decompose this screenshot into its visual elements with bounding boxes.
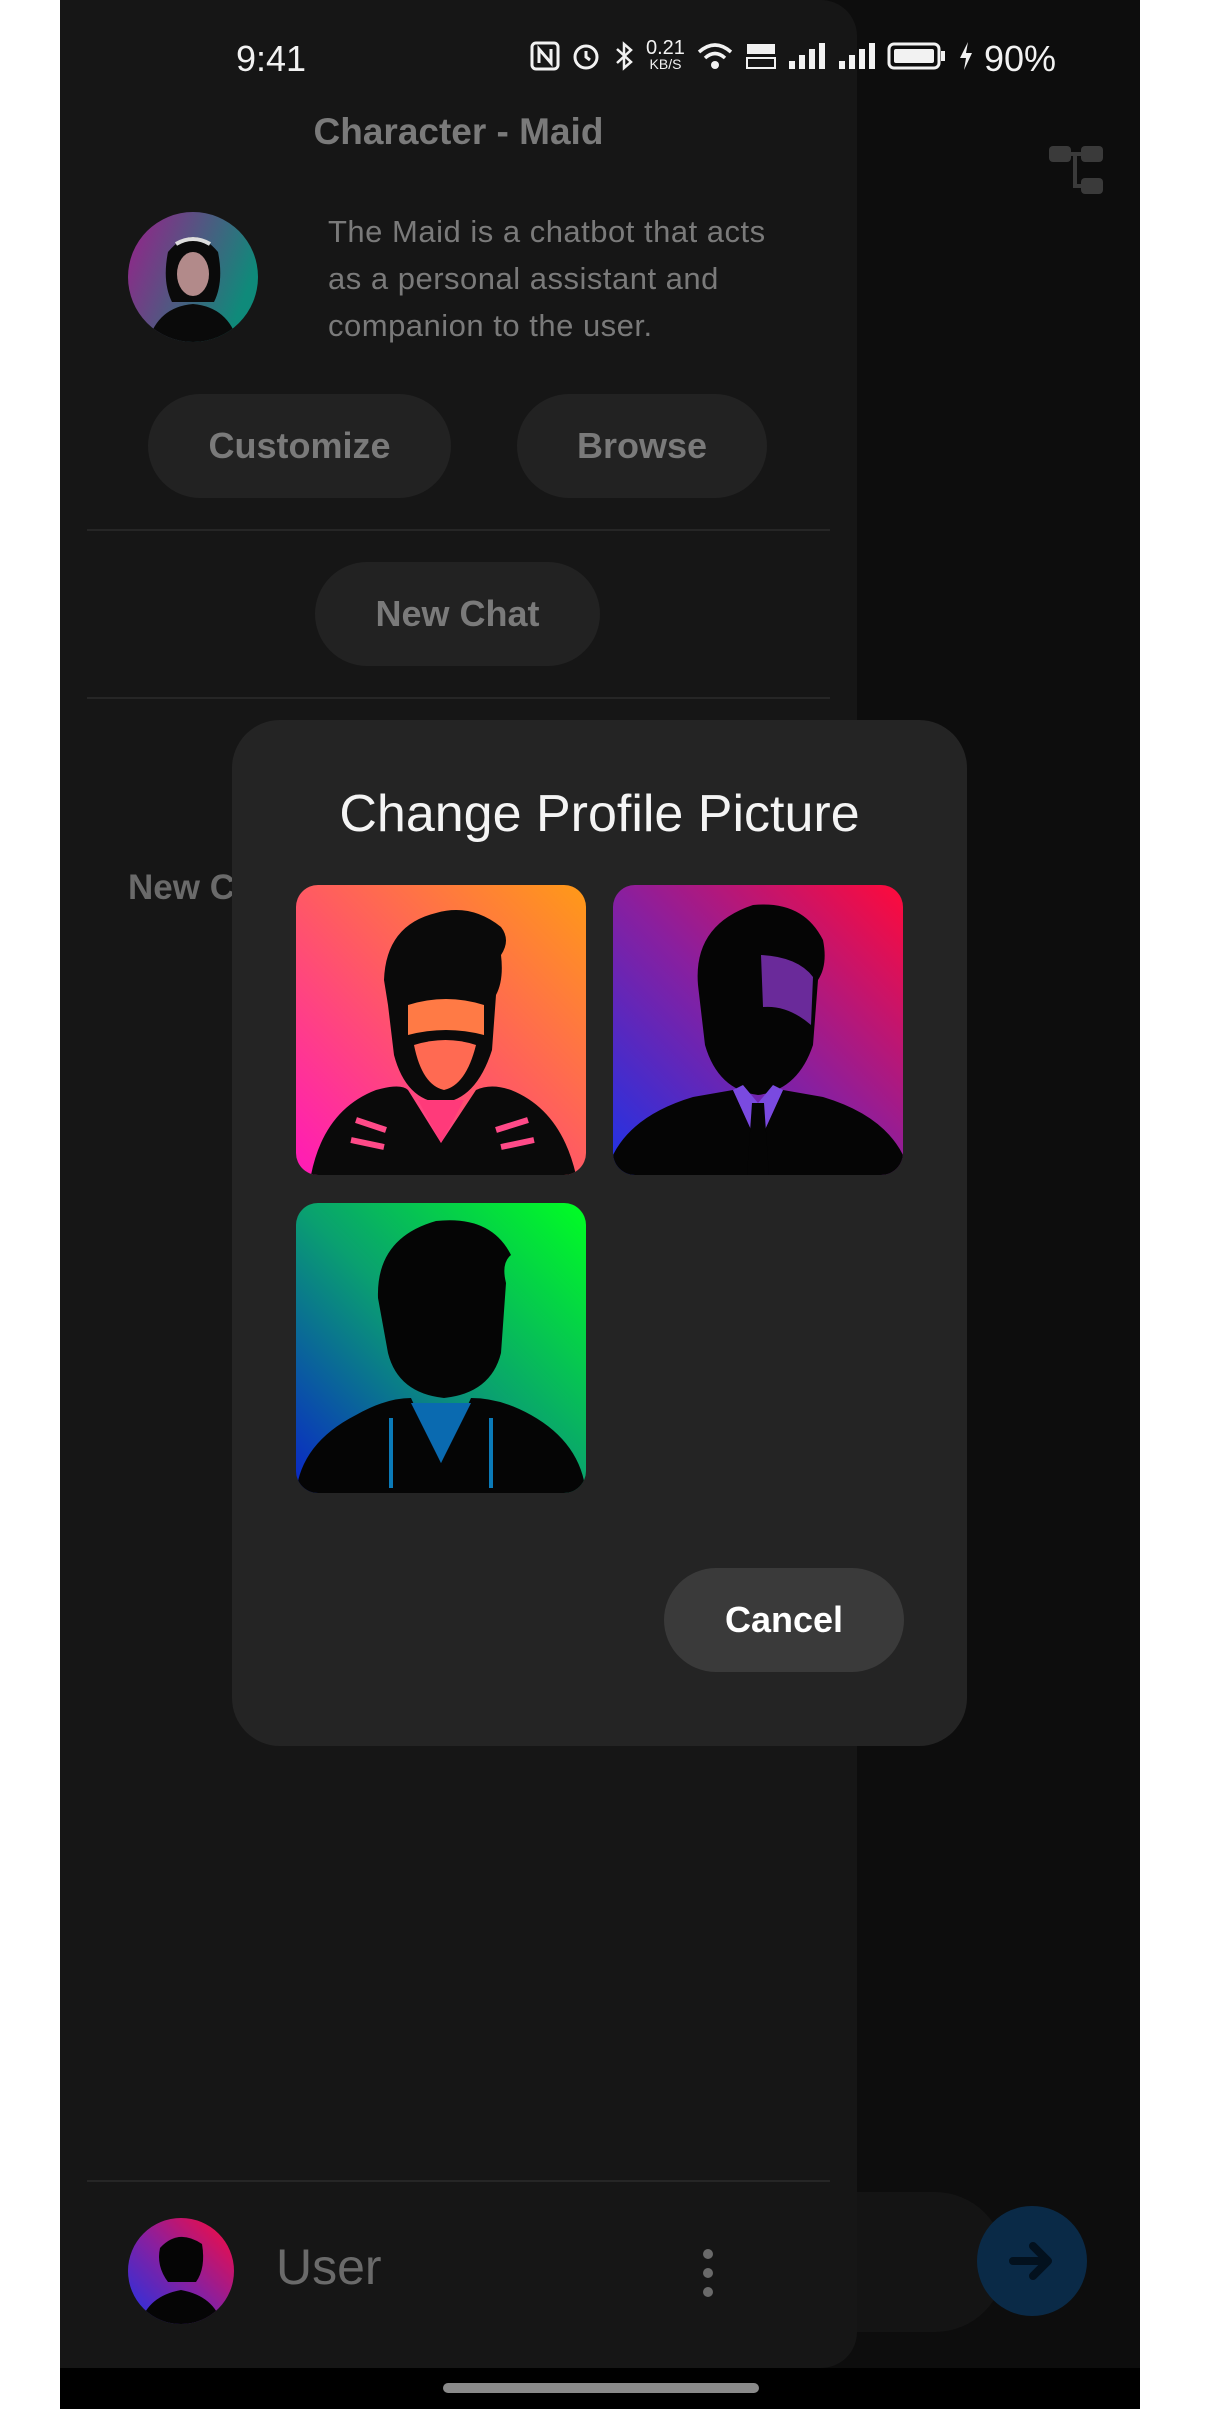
hoodie-man-avatar xyxy=(296,1220,586,1493)
bearded-man-avatar xyxy=(311,910,576,1175)
cancel-button[interactable]: Cancel xyxy=(664,1568,904,1672)
dialog-title: Change Profile Picture xyxy=(339,785,860,843)
profile-picture-option-suit[interactable] xyxy=(613,885,903,1175)
profile-picture-option-bearded[interactable] xyxy=(296,885,586,1175)
profile-picture-option-hoodie[interactable] xyxy=(296,1203,586,1493)
suit-man-avatar xyxy=(613,904,903,1175)
change-profile-picture-dialog: Change Profile Picture Cancel xyxy=(232,720,967,1746)
